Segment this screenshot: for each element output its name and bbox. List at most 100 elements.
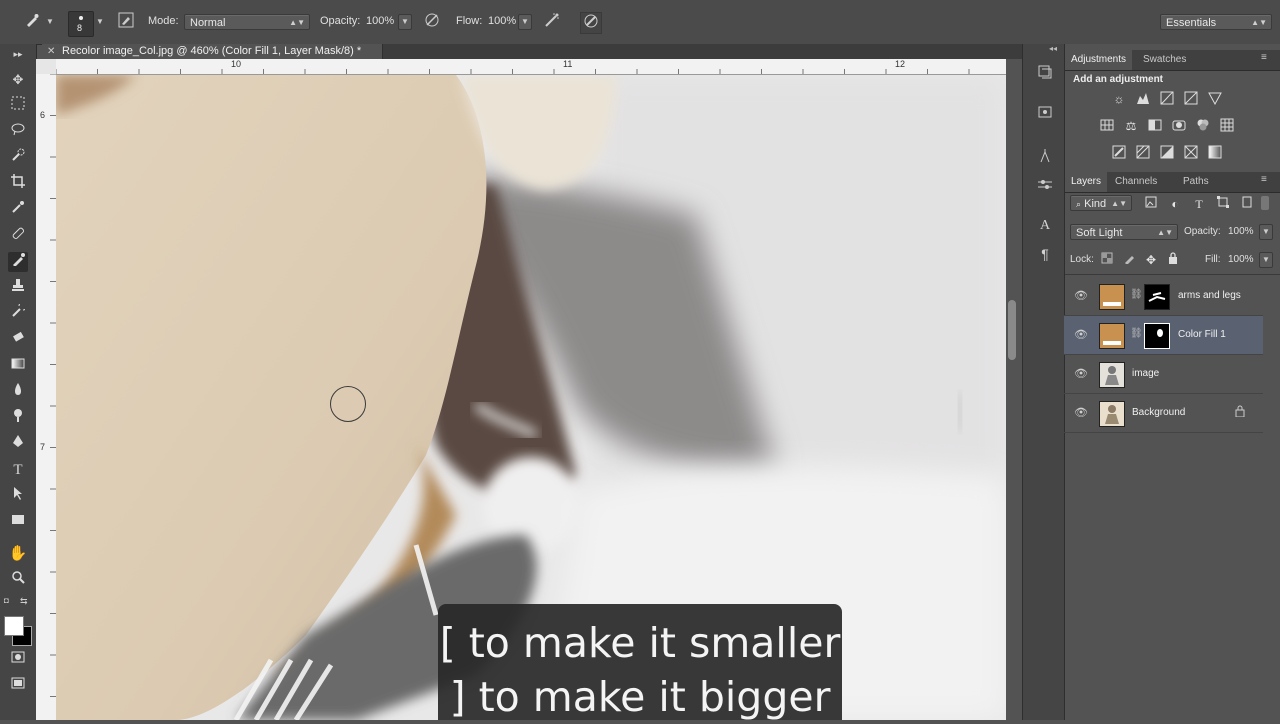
history-brush-tool-icon[interactable]	[8, 301, 28, 324]
vibrance-icon[interactable]	[1207, 91, 1223, 107]
visibility-eye-icon[interactable]: 👁	[1074, 289, 1088, 302]
posterize-icon[interactable]	[1135, 145, 1151, 161]
hand-tool-icon[interactable]: ✋	[8, 544, 28, 564]
character-panel-icon[interactable]: A	[1035, 216, 1055, 236]
levels-icon[interactable]	[1135, 91, 1151, 107]
visibility-eye-icon[interactable]: 👁	[1074, 367, 1088, 380]
black-white-icon[interactable]	[1147, 118, 1163, 134]
collapse-dock-icon[interactable]: ◂◂	[1049, 44, 1057, 53]
properties-panel-icon[interactable]	[1035, 104, 1055, 124]
history-panel-icon[interactable]	[1035, 64, 1055, 84]
channel-mixer-icon[interactable]	[1195, 118, 1211, 134]
rectangle-tool-icon[interactable]	[8, 512, 28, 532]
flow-input[interactable]: 100%	[488, 15, 516, 27]
layer-filter-select[interactable]: ⌕ Kind ▲▼	[1070, 195, 1132, 211]
move-tool-icon[interactable]: ✥	[8, 70, 28, 90]
foreground-color-swatch[interactable]	[4, 616, 24, 636]
lock-pixels-icon[interactable]	[1121, 252, 1137, 268]
gradient-map-icon[interactable]	[1207, 145, 1223, 161]
color-lookup-icon[interactable]	[1219, 118, 1235, 134]
visibility-eye-icon[interactable]: 👁	[1074, 328, 1088, 341]
layer-mask-thumbnail[interactable]	[1144, 284, 1170, 310]
layer-row-color-fill-1[interactable]: 👁 ⛓ Color Fill 1	[1064, 316, 1263, 355]
vertical-scrollbar[interactable]	[1008, 300, 1016, 360]
color-fill-thumbnail[interactable]	[1099, 284, 1125, 310]
lock-transparent-icon[interactable]	[1099, 252, 1115, 268]
image-thumbnail[interactable]	[1099, 362, 1125, 388]
close-tab-icon[interactable]: ✕	[47, 44, 55, 59]
color-fill-thumbnail[interactable]	[1099, 323, 1125, 349]
tab-channels[interactable]: Channels	[1109, 172, 1163, 192]
healing-brush-tool-icon[interactable]	[8, 226, 28, 246]
opacity-input[interactable]: 100%	[366, 15, 394, 27]
layer-row-image[interactable]: 👁 image	[1064, 355, 1263, 394]
layer-mask-thumbnail[interactable]	[1144, 323, 1170, 349]
flow-slider-toggle[interactable]: ▼	[518, 14, 532, 30]
crop-tool-icon[interactable]	[8, 174, 28, 194]
gradient-tool-icon[interactable]	[8, 356, 28, 376]
visibility-eye-icon[interactable]: 👁	[1074, 406, 1088, 419]
blend-mode-select[interactable]: Soft Light ▲▼	[1070, 224, 1178, 240]
panel-menu-icon[interactable]: ≡	[1261, 52, 1267, 63]
type-tool-icon[interactable]: T	[8, 460, 28, 480]
mask-link-icon[interactable]: ⛓	[1130, 328, 1143, 339]
quick-selection-tool-icon[interactable]	[8, 148, 28, 168]
curves-icon[interactable]	[1159, 91, 1175, 107]
vertical-ruler[interactable]: 6 7	[36, 74, 57, 720]
filter-toggle-switch[interactable]	[1261, 196, 1269, 210]
opacity-slider-toggle[interactable]: ▼	[398, 14, 412, 30]
blur-tool-icon[interactable]	[8, 382, 28, 402]
filter-adjustment-icon[interactable]: ◐	[1167, 196, 1183, 212]
document-tab[interactable]: ✕ Recolor image_Col.jpg @ 460% (Color Fi…	[42, 44, 383, 59]
brush-settings-panel-icon[interactable]	[1035, 176, 1055, 196]
layer-opacity-slider-toggle[interactable]: ▼	[1259, 224, 1273, 240]
background-thumbnail[interactable]	[1099, 401, 1125, 427]
clone-stamp-tool-icon[interactable]	[8, 278, 28, 298]
fill-input[interactable]: 100%	[1228, 254, 1254, 265]
brightness-contrast-icon[interactable]: ☼	[1111, 91, 1127, 107]
tab-layers[interactable]: Layers	[1065, 172, 1108, 192]
filter-pixel-icon[interactable]	[1143, 196, 1159, 212]
mode-select[interactable]: Normal ▲▼	[184, 14, 310, 30]
filter-type-icon[interactable]: T	[1191, 196, 1207, 212]
pen-tool-icon[interactable]	[8, 434, 28, 454]
quick-mask-icon[interactable]	[8, 650, 28, 670]
filter-shape-icon[interactable]	[1215, 196, 1231, 212]
brush-panel-toggle-icon[interactable]	[116, 12, 136, 32]
brush-tool-icon[interactable]	[22, 12, 42, 32]
horizontal-ruler[interactable]: 10 11 12	[56, 59, 1006, 75]
photo-filter-icon[interactable]	[1171, 118, 1187, 134]
marquee-tool-icon[interactable]	[8, 96, 28, 116]
swap-colors-icon[interactable]: ⇆	[20, 596, 28, 607]
tab-adjustments[interactable]: Adjustments	[1065, 50, 1133, 70]
lock-all-icon[interactable]	[1165, 252, 1181, 268]
workspace-select[interactable]: Essentials ▲▼	[1160, 14, 1272, 30]
default-colors-icon[interactable]: ◘	[4, 596, 9, 605]
color-balance-icon[interactable]: ⚖	[1123, 118, 1139, 134]
zoom-tool-icon[interactable]	[8, 570, 28, 590]
eraser-tool-icon[interactable]	[8, 330, 28, 350]
brush-presets-panel-icon[interactable]	[1035, 148, 1055, 168]
panel-menu-icon[interactable]: ≡	[1261, 174, 1267, 185]
pressure-size-icon[interactable]	[580, 12, 602, 34]
airbrush-icon[interactable]	[542, 12, 562, 32]
tab-paths[interactable]: Paths	[1177, 172, 1215, 192]
mask-link-icon[interactable]: ⛓	[1130, 289, 1143, 300]
invert-icon[interactable]	[1111, 145, 1127, 161]
selective-color-icon[interactable]	[1183, 145, 1199, 161]
ruler-origin[interactable]	[36, 59, 57, 75]
lasso-tool-icon[interactable]	[8, 122, 28, 142]
pressure-opacity-icon[interactable]	[422, 12, 442, 32]
threshold-icon[interactable]	[1159, 145, 1175, 161]
path-selection-tool-icon[interactable]	[8, 486, 28, 506]
filter-smart-object-icon[interactable]	[1239, 196, 1255, 212]
layer-row-background[interactable]: 👁 Background	[1064, 394, 1263, 433]
hue-saturation-icon[interactable]	[1099, 118, 1115, 134]
tab-swatches[interactable]: Swatches	[1137, 50, 1192, 70]
layer-row-arms-and-legs[interactable]: 👁 ⛓ arms and legs	[1064, 277, 1263, 316]
dodge-tool-icon[interactable]	[8, 408, 28, 428]
eyedropper-tool-icon[interactable]	[8, 200, 28, 220]
brush-tool-icon[interactable]	[8, 252, 28, 272]
fill-slider-toggle[interactable]: ▼	[1259, 252, 1273, 268]
tool-preset-chevron-icon[interactable]: ▼	[40, 12, 60, 32]
